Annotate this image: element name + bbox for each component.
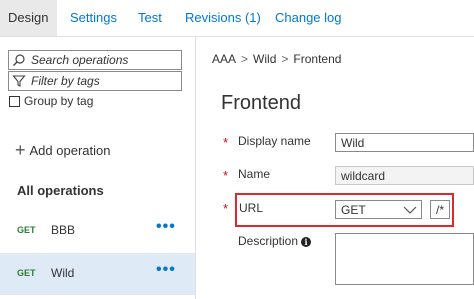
group-by-tag-checkbox[interactable]: [9, 96, 20, 107]
url-template-field[interactable]: /*: [430, 200, 450, 219]
tab-change-log[interactable]: Change log: [275, 0, 342, 36]
tab-design[interactable]: Design: [0, 0, 58, 36]
operations-sidebar: Search operations Filter by tags Group b…: [0, 37, 196, 299]
group-by-tag-label: Group by tag: [24, 94, 94, 108]
breadcrumb-item-operation[interactable]: Wild: [253, 52, 276, 66]
required-marker: *: [223, 201, 229, 216]
url-label: URL: [239, 201, 264, 215]
breadcrumb-separator: >: [241, 52, 249, 66]
display-name-label: Display name: [238, 134, 311, 148]
chevron-down-icon: [403, 206, 417, 214]
http-method-value: GET: [341, 203, 366, 217]
breadcrumb: AAA > Wild > Frontend: [212, 52, 341, 66]
filter-placeholder: Filter by tags: [31, 74, 100, 88]
filter-icon: [12, 75, 26, 87]
filter-tags-input[interactable]: Filter by tags: [8, 71, 182, 91]
tab-bar: Design Settings Test Revisions (1) Chang…: [0, 0, 474, 37]
add-operation-label: Add operation: [29, 143, 111, 158]
description-label: Description i: [238, 234, 312, 248]
operation-name: Wild: [51, 266, 75, 280]
http-method-select[interactable]: GET: [335, 200, 422, 219]
description-textarea[interactable]: [335, 233, 474, 285]
description-label-text: Description: [238, 234, 299, 248]
search-icon: [13, 54, 25, 66]
operation-name: BBB: [51, 223, 76, 237]
search-input[interactable]: Search operations: [8, 50, 182, 70]
search-placeholder: Search operations: [31, 53, 129, 67]
add-operation-button[interactable]: + Add operation: [15, 139, 110, 160]
plus-icon: +: [15, 140, 26, 160]
operation-item-wild[interactable]: GET Wild •••: [0, 253, 195, 295]
info-icon[interactable]: i: [301, 237, 312, 247]
page-title: Frontend: [221, 92, 302, 114]
more-options-icon[interactable]: •••: [156, 218, 176, 236]
breadcrumb-item-current: Frontend: [293, 52, 342, 66]
all-operations-heading: All operations: [17, 183, 104, 198]
more-options-icon[interactable]: •••: [156, 261, 176, 279]
required-marker: *: [223, 168, 229, 183]
tab-test[interactable]: Test: [138, 0, 162, 36]
name-label: Name: [238, 167, 271, 181]
required-marker: *: [223, 135, 229, 150]
operation-item-bbb[interactable]: GET BBB •••: [0, 210, 195, 252]
tab-settings[interactable]: Settings: [70, 0, 117, 36]
method-badge: GET: [17, 268, 36, 278]
breadcrumb-item-api[interactable]: AAA: [212, 52, 236, 66]
display-name-field[interactable]: Wild: [335, 133, 474, 152]
name-field[interactable]: wildcard: [335, 166, 474, 185]
tab-revisions[interactable]: Revisions (1): [185, 0, 261, 36]
method-badge: GET: [17, 225, 36, 235]
breadcrumb-separator: >: [281, 52, 289, 66]
